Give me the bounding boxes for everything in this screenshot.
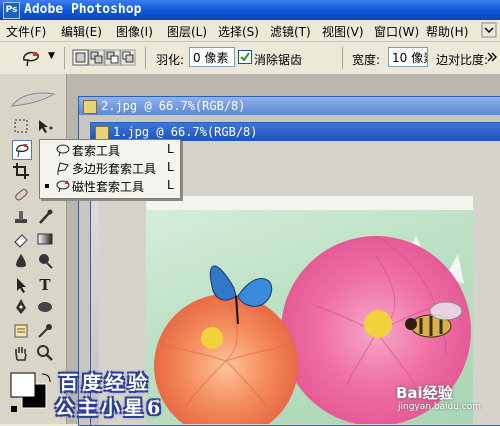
document-icon [83,100,97,114]
width-input[interactable]: 10 像素 [388,47,428,67]
notes-tool-icon[interactable] [12,322,30,340]
clone-stamp-icon[interactable] [12,208,30,226]
watermark-text-line1: 百度经验 [59,372,152,394]
lasso-icon [56,144,70,157]
preset-dropdown-arrow-icon[interactable]: ▼ [48,51,55,61]
title-bar: Ps Adobe Photoshop [0,0,500,20]
hand-tool-icon[interactable] [12,344,30,362]
magnetic-lasso-shortcut: L [167,178,174,192]
selection-mode-buttons[interactable] [72,49,136,67]
marquee-tool-icon[interactable] [12,118,30,136]
eraser-icon[interactable] [12,230,30,248]
magnetic-lasso-preset-icon[interactable] [20,48,42,68]
type-tool-icon[interactable]: T [36,276,54,294]
selected-bullet-icon [45,184,49,188]
menu-help[interactable]: 帮助(H) [426,23,468,40]
document-icon [95,126,109,140]
options-bar: ▼ 羽化: 0 像素 消除锯齿 宽度: 10 像素 边对比度: [0,42,500,75]
menu-file[interactable]: 文件(F) [6,23,46,40]
magnetic-lasso-icon [56,180,70,193]
zoom-tool-icon[interactable] [36,344,54,362]
lasso-tool-flyout: 套索工具 L 多边形套索工具 L 磁性套索工具 L [39,139,181,199]
gradient-tool-icon[interactable] [36,230,54,248]
antialias-label: 消除锯齿 [254,53,303,67]
menu-filter[interactable]: 滤镜(T) [270,23,311,40]
eyedropper-icon[interactable] [36,322,54,340]
polygonal-lasso-label: 多边形套索工具 [72,162,157,176]
document-2-title: 2.jpg @ 66.7%(RGB/8) [101,99,246,113]
feather-label: 羽化: [156,53,185,67]
menu-view[interactable]: 视图(V) [322,23,364,40]
move-tool-icon[interactable] [36,118,54,136]
lasso-tool-menu-item[interactable]: 套索工具 L [40,141,180,159]
app-title: Adobe Photoshop [24,2,142,17]
width-label: 宽度: [352,53,381,67]
polygonal-lasso-menu-item[interactable]: 多边形套索工具 L [40,159,180,177]
document-window-2-titlebar[interactable]: 2.jpg @ 66.7%(RGB/8) [79,97,500,115]
lasso-tool-shortcut: L [167,142,174,156]
edge-contrast-label: 边对比度: [436,53,489,67]
pen-tool-icon[interactable] [12,298,30,316]
menu-window[interactable]: 窗口(W) [374,23,419,40]
baidu-brand-watermark: Bai经验 [396,384,453,402]
photoshop-logo-icon[interactable]: Ps [3,2,20,19]
document-1-title: 1.jpg @ 66.7%(RGB/8) [113,125,258,139]
menu-image[interactable]: 图像(I) [116,23,153,40]
magnetic-lasso-label: 磁性套索工具 [72,180,145,194]
ellipse-shape-icon[interactable] [36,298,54,316]
polygonal-lasso-icon [57,162,69,175]
color-swatches[interactable] [8,370,56,416]
healing-brush-icon[interactable] [12,186,30,204]
toolbox: T [0,74,67,424]
feather-logo-icon[interactable] [8,90,58,110]
feather-input[interactable]: 0 像素 [189,47,235,67]
options-overflow-icon[interactable] [486,51,498,65]
menu-bar: 文件(F) 编辑(E) 图像(I) 图层(L) 选择(S) 滤镜(T) 视图(V… [0,20,500,42]
history-brush-icon[interactable] [36,208,54,226]
baidu-url-watermark: jingyan.baidu.com [398,402,482,412]
menu-select[interactable]: 选择(S) [218,23,259,40]
path-selection-icon[interactable] [12,276,30,294]
separator [145,47,146,69]
polygonal-lasso-shortcut: L [167,160,174,174]
menu-layer[interactable]: 图层(L) [167,23,207,40]
crop-tool-icon[interactable] [12,162,30,180]
dodge-tool-icon[interactable] [36,252,54,270]
separator [64,47,65,69]
magnetic-lasso-menu-item[interactable]: 磁性套索工具 L [40,177,180,195]
watermark-text-line2: 公主小星6 [55,397,165,419]
blur-tool-icon[interactable] [12,252,30,270]
lasso-tool-icon[interactable] [12,140,32,160]
menu-overflow-icon[interactable] [481,22,497,38]
separator [342,47,343,69]
menu-edit[interactable]: 编辑(E) [61,23,102,40]
lasso-tool-label: 套索工具 [72,144,121,158]
antialias-checkbox[interactable] [238,50,252,64]
